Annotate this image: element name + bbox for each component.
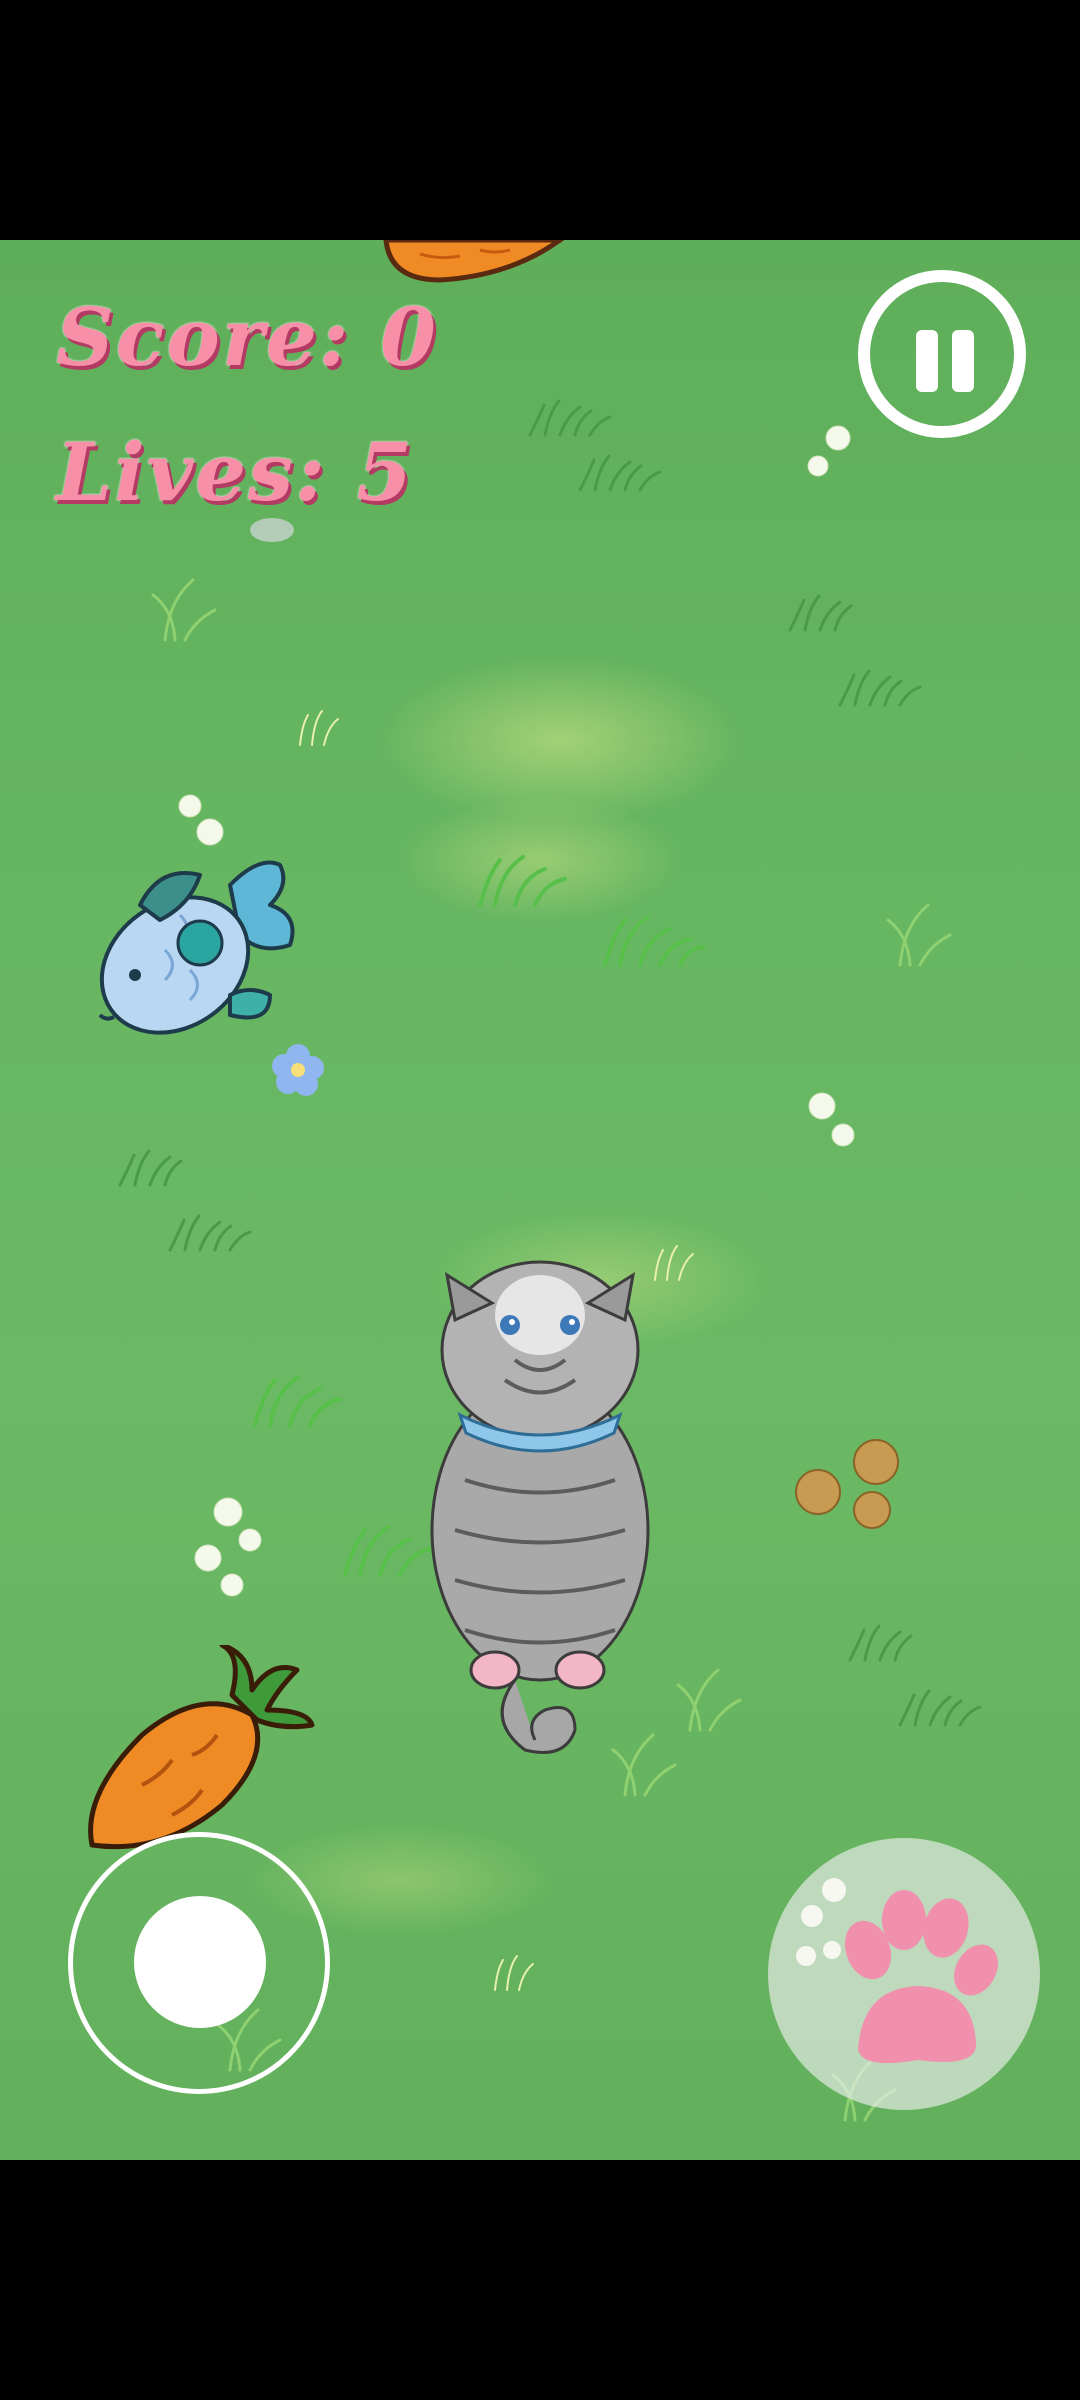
- paw-action-button[interactable]: [768, 1838, 1040, 2110]
- game-field[interactable]: Score: 0 Lives: 5: [0, 240, 1080, 2160]
- joystick-knob[interactable]: [134, 1896, 266, 2028]
- score-label: Score: 0: [56, 290, 438, 384]
- cat-player: [430, 1260, 650, 1754]
- paw-icon: [796, 1878, 998, 2064]
- status-bar-area: [0, 0, 1080, 240]
- pause-button[interactable]: [858, 270, 1026, 438]
- lives-label: Lives: 5: [56, 425, 415, 519]
- fish-sprite: [98, 860, 295, 1035]
- navigation-bar-area: [0, 2160, 1080, 2400]
